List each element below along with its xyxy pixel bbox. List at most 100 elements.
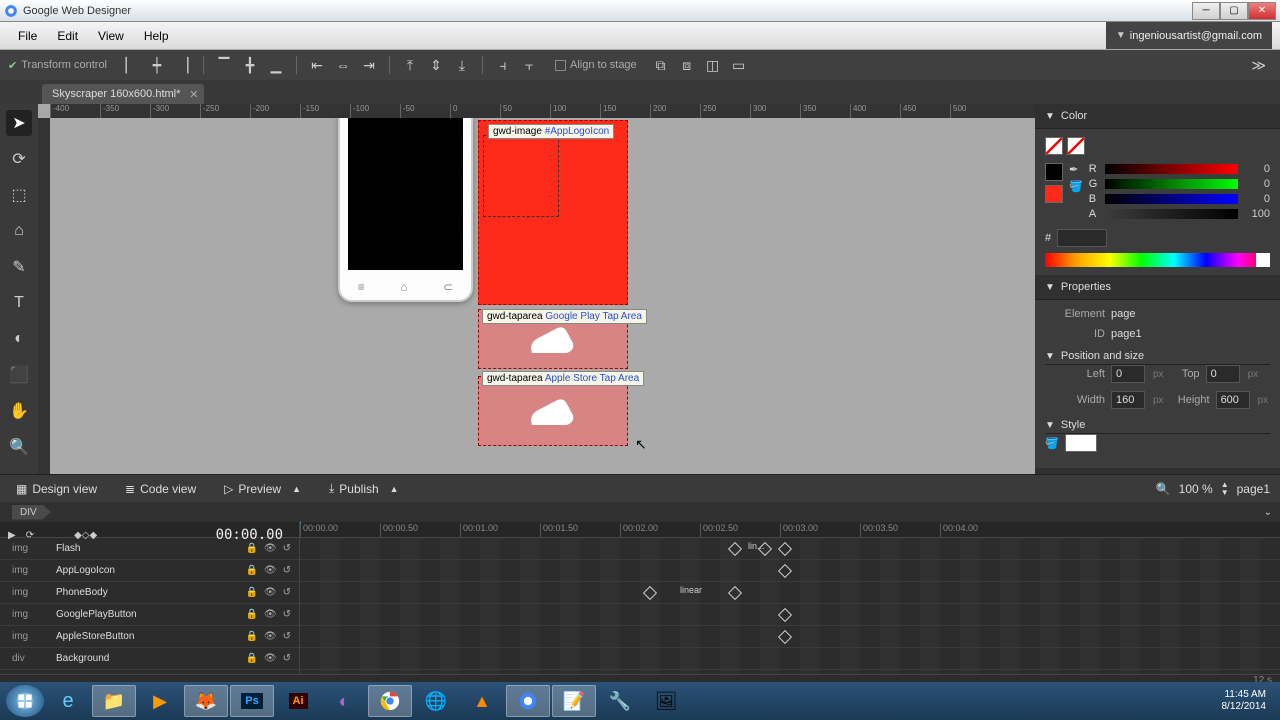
- taskbar-chrome-icon[interactable]: [368, 685, 412, 717]
- tag-tool-icon[interactable]: ⌂: [6, 218, 32, 244]
- spacing-h-icon[interactable]: ⫞: [491, 54, 515, 76]
- responsive-icon[interactable]: ⧉: [649, 54, 673, 76]
- lock-icon[interactable]: 🔒: [245, 587, 257, 598]
- align-right-icon[interactable]: ▕: [171, 54, 195, 76]
- taskbar-photos-icon[interactable]: 🖼: [644, 685, 688, 717]
- apple-store-tap-area[interactable]: [478, 376, 628, 446]
- loop-icon[interactable]: ↺: [283, 565, 291, 576]
- page-selector[interactable]: page1: [1237, 482, 1270, 496]
- taskbar-app2-icon[interactable]: 🔧: [598, 685, 642, 717]
- timeline-ruler[interactable]: 00:00.0000:00.5000:01.0000:01.5000:02.00…: [300, 522, 1280, 537]
- taskbar-notepad-icon[interactable]: 📝: [552, 685, 596, 717]
- bucket-icon[interactable]: 🪣: [1045, 437, 1059, 450]
- 3d-tool-icon[interactable]: ⬛: [6, 362, 32, 388]
- spectrum-picker[interactable]: [1045, 253, 1270, 267]
- taskbar-explorer-icon[interactable]: 📁: [92, 685, 136, 717]
- user-account[interactable]: ▼ ingeniousartist@gmail.com: [1106, 22, 1272, 49]
- canvas[interactable]: ≡⌂⊂ gwd-image #AppLogoIcon gwd-taparea G…: [50, 118, 1035, 474]
- zoom-stepper[interactable]: ▲▼: [1221, 481, 1229, 497]
- fill-tool-icon[interactable]: ◐: [6, 326, 32, 352]
- lock-icon[interactable]: 🔒: [245, 609, 257, 620]
- left-input[interactable]: [1111, 365, 1145, 383]
- toolbar-overflow-icon[interactable]: ≫: [1245, 57, 1272, 74]
- keyframe[interactable]: [643, 586, 657, 600]
- bg-color-swatch[interactable]: [1065, 434, 1097, 452]
- stroke-color-swatch[interactable]: [1045, 163, 1063, 181]
- no-stroke-swatch[interactable]: [1045, 137, 1063, 155]
- keyframe[interactable]: [778, 542, 792, 556]
- visibility-icon[interactable]: 👁: [264, 653, 277, 664]
- visibility-icon[interactable]: 👁: [264, 631, 277, 642]
- taskbar-illustrator-icon[interactable]: Ai: [276, 685, 320, 717]
- fill-color-swatch[interactable]: [1045, 185, 1063, 203]
- color-panel-header[interactable]: ▼Color: [1035, 104, 1280, 129]
- app-logo-icon-element[interactable]: [478, 120, 628, 305]
- distribute-right-icon[interactable]: ⇥: [357, 54, 381, 76]
- responsive2-icon[interactable]: ⧈: [675, 54, 699, 76]
- selection-tool-icon[interactable]: ➤: [6, 110, 32, 136]
- width-input[interactable]: [1111, 391, 1145, 409]
- keyframe[interactable]: [778, 630, 792, 644]
- responsive4-icon[interactable]: ▭: [727, 54, 751, 76]
- timeline-layer-row[interactable]: imgAppLogoIcon🔒👁↺: [0, 560, 299, 582]
- distribute-bottom-icon[interactable]: ⤓: [450, 54, 474, 76]
- top-input[interactable]: [1206, 365, 1240, 383]
- taskbar-ie-icon[interactable]: e: [46, 685, 90, 717]
- visibility-icon[interactable]: 👁: [264, 587, 277, 598]
- distribute-hcenter-icon[interactable]: ⇔: [331, 54, 355, 76]
- pen-tool-icon[interactable]: ✎: [6, 254, 32, 280]
- lock-icon[interactable]: 🔒: [245, 631, 257, 642]
- loop-icon[interactable]: ↺: [283, 653, 291, 664]
- phone-body-image[interactable]: ≡⌂⊂: [338, 118, 473, 302]
- eyedropper-icon[interactable]: ✒: [1069, 163, 1083, 176]
- hex-input[interactable]: [1057, 229, 1107, 247]
- keyframe[interactable]: [728, 542, 742, 556]
- timeline-layer-row[interactable]: divBackground🔒👁↺: [0, 648, 299, 670]
- minimize-button[interactable]: ─: [1192, 2, 1220, 20]
- align-bottom-icon[interactable]: ▁: [264, 54, 288, 76]
- distribute-vcenter-icon[interactable]: ⇕: [424, 54, 448, 76]
- visibility-icon[interactable]: 👁: [264, 565, 277, 576]
- responsive3-icon[interactable]: ◫: [701, 54, 725, 76]
- breadcrumb-item[interactable]: DIV: [12, 505, 51, 520]
- preview-button[interactable]: ▷Preview▲: [218, 479, 307, 499]
- taskbar-eclipse-icon[interactable]: ◐: [322, 685, 366, 717]
- close-button[interactable]: ✕: [1248, 2, 1276, 20]
- red-slider[interactable]: [1105, 164, 1238, 174]
- menu-file[interactable]: File: [8, 25, 47, 47]
- align-hcenter-icon[interactable]: ┿: [145, 54, 169, 76]
- blue-slider[interactable]: [1105, 194, 1238, 204]
- text-tool-icon[interactable]: T: [6, 290, 32, 316]
- bucket-icon[interactable]: 🪣: [1069, 180, 1083, 193]
- align-vcenter-icon[interactable]: ╋: [238, 54, 262, 76]
- transform-control-checkbox[interactable]: ✔Transform control: [8, 59, 107, 72]
- timeline-layer-row[interactable]: imgPhoneBody🔒👁↺: [0, 582, 299, 604]
- lock-icon[interactable]: 🔒: [245, 565, 257, 576]
- timeline-layer-row[interactable]: imgFlash🔒👁↺: [0, 538, 299, 560]
- visibility-icon[interactable]: 👁: [264, 543, 277, 554]
- timeline-track[interactable]: [300, 648, 1280, 670]
- system-tray[interactable]: 11:45 AM 8/12/2014: [1214, 687, 1275, 715]
- maximize-button[interactable]: ▢: [1220, 2, 1248, 20]
- menu-view[interactable]: View: [88, 25, 134, 47]
- timeline-track[interactable]: lin...: [300, 538, 1280, 560]
- height-input[interactable]: [1216, 391, 1250, 409]
- align-left-icon[interactable]: ▏: [119, 54, 143, 76]
- collapse-timeline-icon[interactable]: ⌄: [1264, 507, 1272, 518]
- rotate-tool-icon[interactable]: ⟳: [6, 146, 32, 172]
- taskbar-vlc-icon[interactable]: ▲: [460, 685, 504, 717]
- tab-close-icon[interactable]: ✕: [189, 88, 198, 101]
- timeline-track[interactable]: [300, 560, 1280, 582]
- style-header[interactable]: Style: [1061, 419, 1085, 431]
- properties-panel-header[interactable]: ▼Properties: [1035, 275, 1280, 300]
- taskbar-firefox-icon[interactable]: 🦊: [184, 685, 228, 717]
- timeline-track[interactable]: linear: [300, 582, 1280, 604]
- keyframe[interactable]: [728, 586, 742, 600]
- components-panel-header[interactable]: ▶Components: [1035, 468, 1280, 474]
- align-to-stage-checkbox[interactable]: Align to stage: [555, 59, 637, 71]
- taskbar-gwd-icon[interactable]: [506, 685, 550, 717]
- code-view-button[interactable]: ≣Code view: [119, 479, 202, 499]
- distribute-left-icon[interactable]: ⇤: [305, 54, 329, 76]
- taskbar-photoshop-icon[interactable]: Ps: [230, 685, 274, 717]
- design-view-button[interactable]: ▦Design view: [10, 479, 103, 499]
